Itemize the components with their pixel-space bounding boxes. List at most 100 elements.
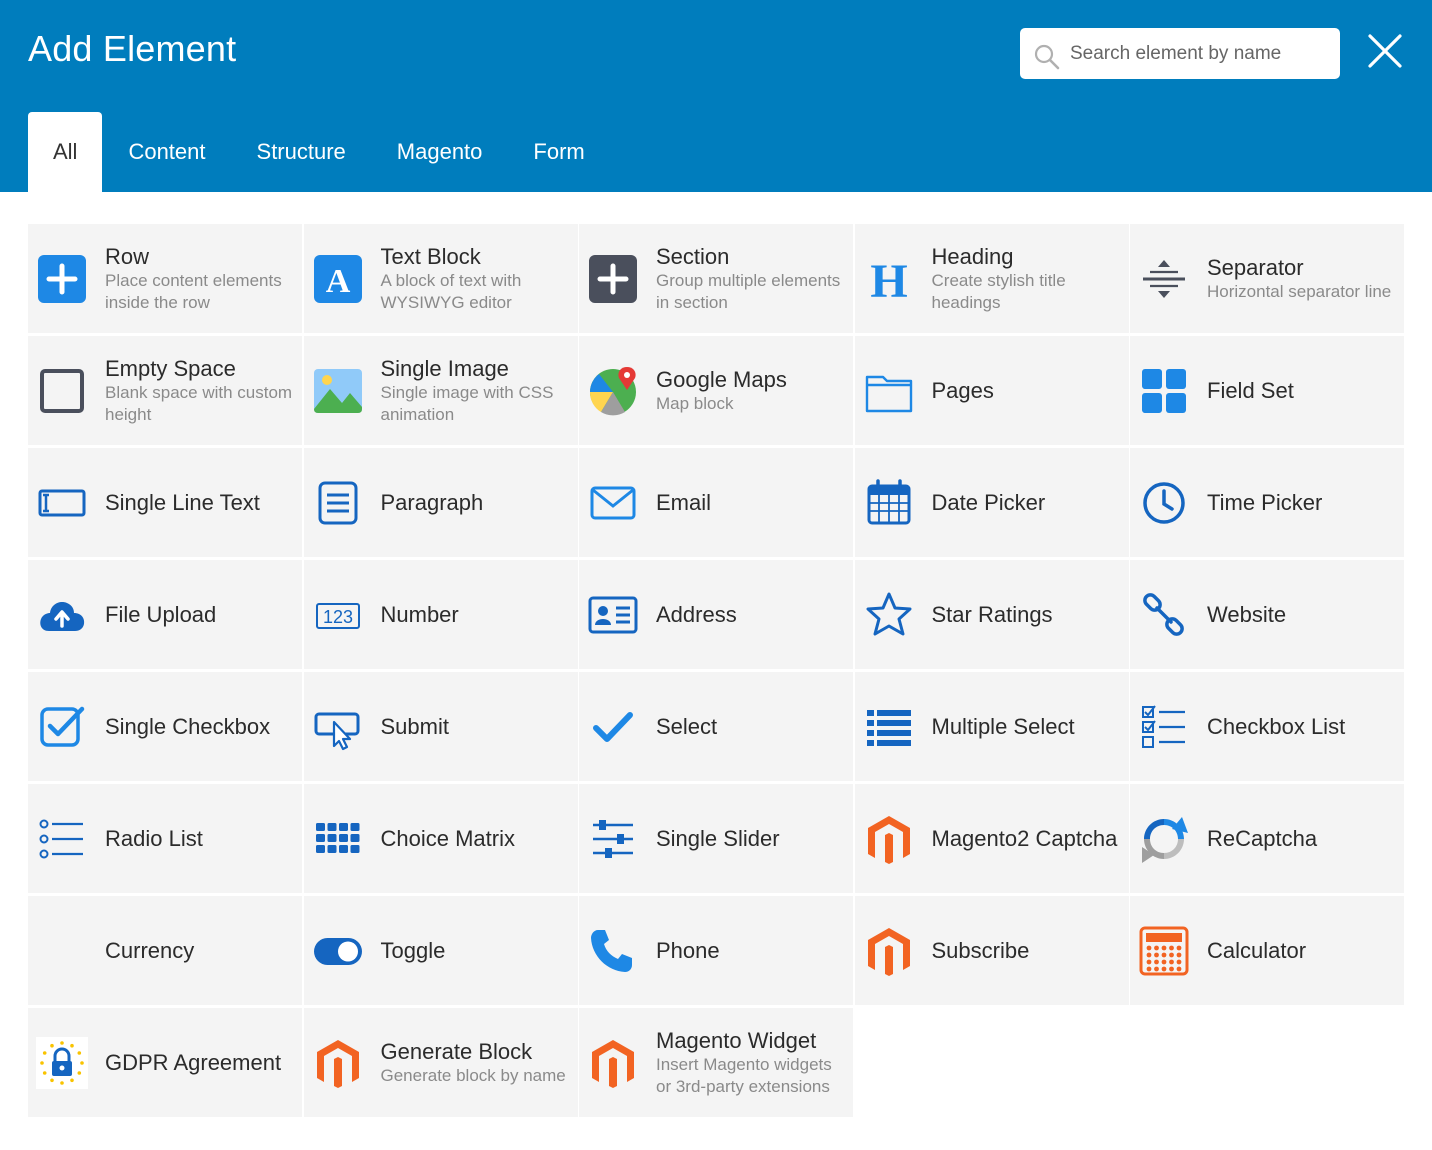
element-name: Choice Matrix bbox=[380, 826, 515, 851]
element-separator[interactable]: Separator Horizontal separator line bbox=[1130, 224, 1404, 333]
address-card-icon bbox=[587, 589, 639, 641]
element-multiple-select[interactable]: Multiple Select bbox=[854, 672, 1129, 781]
element-section[interactable]: Section Group multiple elements in sectio… bbox=[579, 224, 853, 333]
gdpr-lock-icon bbox=[36, 1037, 88, 1089]
cloud-upload-icon bbox=[36, 589, 88, 641]
calculator-icon bbox=[1138, 925, 1190, 977]
element-description: A block of text with WYSIWYG editor bbox=[380, 271, 522, 312]
element-address[interactable]: Address bbox=[579, 560, 853, 669]
element-date-picker[interactable]: Date Picker bbox=[854, 448, 1129, 557]
svg-text:A: A bbox=[325, 263, 350, 300]
tab-all[interactable]: All bbox=[28, 112, 103, 192]
element-text: Separator Horizontal separator line bbox=[1207, 224, 1396, 333]
magento-icon bbox=[587, 1037, 639, 1089]
element-name: Phone bbox=[656, 938, 720, 963]
element-toggle[interactable]: Toggle bbox=[303, 896, 578, 1005]
element-pages[interactable]: Pages bbox=[854, 336, 1129, 445]
element-currency[interactable]: Currency bbox=[28, 896, 302, 1005]
envelope-icon bbox=[587, 477, 639, 529]
letter-h-icon: H bbox=[863, 253, 915, 305]
element-name: Star Ratings bbox=[931, 602, 1053, 627]
element-name: Address bbox=[656, 602, 737, 627]
close-icon[interactable] bbox=[1366, 32, 1404, 70]
element-choice-matrix[interactable]: Choice Matrix bbox=[303, 784, 578, 893]
element-description: Map block bbox=[656, 394, 734, 413]
element-text: Section Group multiple elements in sectio… bbox=[656, 224, 845, 333]
svg-text:H: H bbox=[870, 255, 907, 305]
element-name: Pages bbox=[931, 378, 994, 403]
element-magento2-captcha[interactable]: Magento2 Captcha bbox=[854, 784, 1129, 893]
element-recaptcha[interactable]: ReCaptcha bbox=[1130, 784, 1404, 893]
element-file-upload[interactable]: File Upload bbox=[28, 560, 302, 669]
element-text: Submit bbox=[381, 672, 570, 781]
element-checkbox-list[interactable]: Checkbox List bbox=[1130, 672, 1404, 781]
phone-icon bbox=[587, 925, 639, 977]
radio-list-icon bbox=[36, 813, 88, 865]
element-text: Magento Widget Insert Magento widgets or … bbox=[656, 1008, 845, 1117]
element-name: Checkbox List bbox=[1207, 714, 1346, 739]
element-gdpr-agreement[interactable]: GDPR Agreement bbox=[28, 1008, 302, 1117]
element-magento-widget[interactable]: Magento Widget Insert Magento widgets or … bbox=[579, 1008, 853, 1117]
element-text: Pages bbox=[932, 336, 1121, 445]
element-radio-list[interactable]: Radio List bbox=[28, 784, 302, 893]
element-empty-space[interactable]: Empty Space Blank space with custom heigh… bbox=[28, 336, 302, 445]
grid-2x2-icon bbox=[1138, 365, 1190, 417]
element-text: Single Slider bbox=[656, 784, 845, 893]
element-name: Email bbox=[656, 490, 712, 515]
checkbox-icon bbox=[36, 701, 88, 753]
category-tabs: All Content Structure Magento Form bbox=[28, 112, 611, 192]
element-name: Single Image bbox=[380, 356, 509, 381]
element-submit[interactable]: Submit bbox=[303, 672, 578, 781]
element-star-ratings[interactable]: Star Ratings bbox=[854, 560, 1129, 669]
element-number[interactable]: 123 Number bbox=[303, 560, 578, 669]
element-description: Horizontal separator line bbox=[1207, 282, 1392, 301]
element-text: Empty Space Blank space with custom heigh… bbox=[105, 336, 294, 445]
element-name: Single Line Text bbox=[105, 490, 260, 515]
tab-form[interactable]: Form bbox=[508, 112, 609, 192]
element-text: Subscribe bbox=[932, 896, 1121, 1005]
tab-magento[interactable]: Magento bbox=[372, 112, 508, 192]
search-icon bbox=[1034, 44, 1060, 70]
element-text: Radio List bbox=[105, 784, 294, 893]
element-generate-block[interactable]: Generate Block Generate block by name bbox=[303, 1008, 578, 1117]
submit-pointer-icon bbox=[312, 701, 364, 753]
element-website[interactable]: Website bbox=[1130, 560, 1404, 669]
element-name: Text Block bbox=[380, 244, 481, 269]
element-description: Group multiple elements in section bbox=[656, 271, 841, 312]
element-phone[interactable]: Phone bbox=[579, 896, 853, 1005]
element-single-image[interactable]: Single Image Single image with CSS animat… bbox=[303, 336, 578, 445]
element-name: Multiple Select bbox=[931, 714, 1075, 739]
search-input[interactable] bbox=[1070, 28, 1330, 79]
star-icon bbox=[863, 589, 915, 641]
element-time-picker[interactable]: Time Picker bbox=[1130, 448, 1404, 557]
element-select[interactable]: Select bbox=[579, 672, 853, 781]
element-subscribe[interactable]: Subscribe bbox=[854, 896, 1129, 1005]
element-single-checkbox[interactable]: Single Checkbox bbox=[28, 672, 302, 781]
element-text: Text Block A block of text with WYSIWYG e… bbox=[381, 224, 570, 333]
element-text: Checkbox List bbox=[1207, 672, 1396, 781]
sliders-icon bbox=[587, 813, 639, 865]
element-description: Place content elements inside the row bbox=[105, 271, 282, 312]
element-row[interactable]: Row Place content elements inside the row bbox=[28, 224, 302, 333]
element-name: Date Picker bbox=[931, 490, 1046, 515]
letter-a-icon: A bbox=[312, 253, 364, 305]
element-google-maps[interactable]: Google Maps Map block bbox=[579, 336, 853, 445]
element-text: Heading Create stylish title headings bbox=[932, 224, 1121, 333]
element-text-block[interactable]: A Text Block A block of text with WYSIWYG … bbox=[303, 224, 578, 333]
number-123-icon: 123 bbox=[312, 589, 364, 641]
element-email[interactable]: Email bbox=[579, 448, 853, 557]
magento-icon bbox=[312, 1037, 364, 1089]
element-single-line-text[interactable]: Single Line Text bbox=[28, 448, 302, 557]
element-heading[interactable]: H Heading Create stylish title headings bbox=[854, 224, 1129, 333]
tab-content[interactable]: Content bbox=[103, 112, 230, 192]
element-text: Row Place content elements inside the row bbox=[105, 224, 294, 333]
plus-square-icon bbox=[36, 253, 88, 305]
element-single-slider[interactable]: Single Slider bbox=[579, 784, 853, 893]
search-box[interactable] bbox=[1020, 28, 1340, 79]
element-calculator[interactable]: Calculator bbox=[1130, 896, 1404, 1005]
element-text: Select bbox=[656, 672, 845, 781]
clock-icon bbox=[1138, 477, 1190, 529]
tab-structure[interactable]: Structure bbox=[232, 112, 371, 192]
element-paragraph[interactable]: Paragraph bbox=[303, 448, 578, 557]
element-field-set[interactable]: Field Set bbox=[1130, 336, 1404, 445]
